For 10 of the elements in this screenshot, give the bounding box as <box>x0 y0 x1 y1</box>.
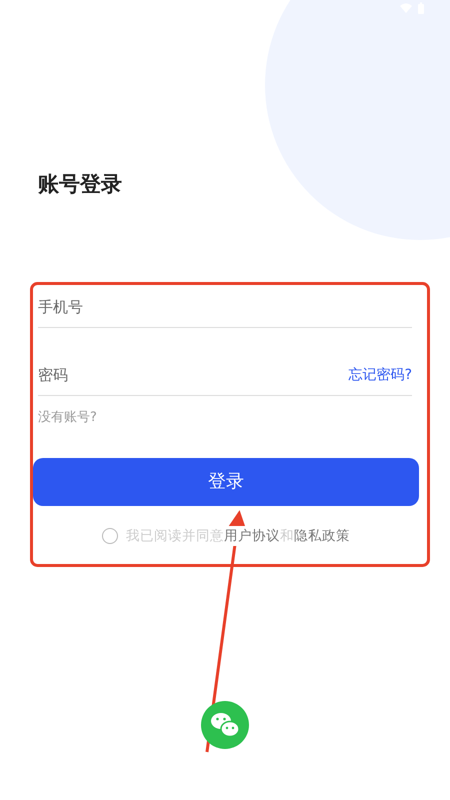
page-title: 账号登录 <box>38 172 123 198</box>
forgot-password-link[interactable]: 忘记密码? <box>348 364 412 386</box>
phone-input-field[interactable]: 手机号 <box>38 296 412 319</box>
login-button[interactable]: 登录 <box>33 458 419 506</box>
password-input-field[interactable]: 密码 <box>38 364 349 387</box>
agreement-radio[interactable] <box>102 528 118 544</box>
agreement-link[interactable]: 用户协议 <box>224 528 280 544</box>
wechat-login-icon[interactable] <box>201 700 249 749</box>
agreement-link[interactable]: 隐私政策 <box>294 528 350 544</box>
register-link[interactable]: 没有账号? <box>38 410 97 425</box>
